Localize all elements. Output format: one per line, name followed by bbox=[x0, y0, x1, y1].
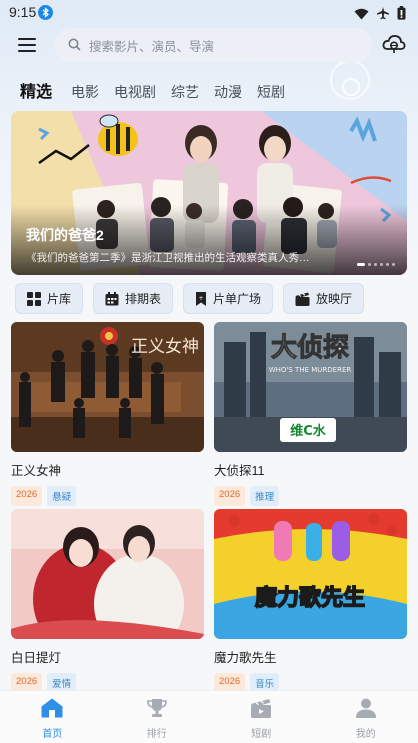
tab-tv-series[interactable]: 电视剧 bbox=[114, 82, 156, 102]
poster-sponsor: 维C水 bbox=[290, 423, 327, 439]
nav-home[interactable]: 首页 bbox=[0, 691, 105, 743]
search-input[interactable]: 搜索影片、演员、导演 bbox=[54, 28, 372, 62]
schedule-button-label: 排期表 bbox=[125, 292, 162, 306]
nav-short-drama[interactable]: 短剧 bbox=[209, 691, 314, 743]
media-card[interactable]: 大侦探 WHO'S THE MURDERER 维C水 大侦探11 2026 推理 bbox=[214, 322, 407, 506]
search-placeholder: 搜索影片、演员、导演 bbox=[89, 39, 215, 54]
library-button-label: 片库 bbox=[47, 292, 72, 306]
media-title: 白日提灯 bbox=[11, 651, 62, 665]
status-time: 9:15 bbox=[9, 4, 37, 20]
tab-featured[interactable]: 精选 bbox=[20, 78, 52, 102]
media-title: 大侦探11 bbox=[214, 464, 265, 478]
status-bar: 9:15 bbox=[0, 0, 418, 26]
tab-anime[interactable]: 动漫 bbox=[214, 82, 242, 102]
screening-hall-button[interactable]: 放映厅 bbox=[283, 283, 365, 314]
banner-dot[interactable] bbox=[368, 263, 371, 266]
media-title: 魔力歌先生 bbox=[214, 651, 277, 665]
year-tag: 2026 bbox=[11, 486, 43, 506]
banner-dot[interactable] bbox=[392, 263, 395, 266]
media-title: 正义女神 bbox=[11, 464, 62, 478]
tab-variety[interactable]: 综艺 bbox=[171, 82, 199, 102]
nav-home-label: 首页 bbox=[42, 729, 63, 740]
nav-profile-label: 我的 bbox=[355, 729, 376, 740]
library-button[interactable]: 片库 bbox=[15, 283, 84, 314]
home-icon bbox=[41, 698, 63, 722]
menu-icon-line bbox=[18, 50, 36, 52]
tab-movies[interactable]: 电影 bbox=[71, 82, 99, 102]
music-show-poster-art: 魔力歌先生 bbox=[214, 509, 407, 639]
menu-button[interactable] bbox=[18, 38, 36, 52]
banner-title: 我们的爸爸2 bbox=[26, 227, 104, 243]
media-card[interactable]: 正义女神 正义女神 2026 悬疑 bbox=[11, 322, 204, 506]
wifi-icon bbox=[354, 5, 369, 24]
banner-dot[interactable] bbox=[386, 263, 389, 266]
romance-poster-art bbox=[11, 509, 204, 639]
nav-profile[interactable]: 我的 bbox=[314, 691, 418, 743]
media-poster: 正义女神 bbox=[11, 322, 204, 452]
detective-poster-art: 大侦探 WHO'S THE MURDERER 维C水 bbox=[214, 322, 407, 452]
banner-dot[interactable] bbox=[374, 263, 377, 266]
banner-dot[interactable] bbox=[380, 263, 383, 266]
user-icon bbox=[355, 698, 377, 722]
airplane-icon bbox=[376, 5, 390, 24]
poster-text: 大侦探 bbox=[271, 333, 349, 363]
banner-pagination[interactable] bbox=[357, 263, 395, 266]
grid-icon bbox=[27, 291, 41, 306]
nav-short-drama-label: 短剧 bbox=[251, 729, 272, 740]
tab-short-drama[interactable]: 短剧 bbox=[257, 82, 285, 102]
media-poster: 魔力歌先生 bbox=[214, 509, 407, 639]
svg-text:+: + bbox=[199, 295, 204, 302]
trophy-icon bbox=[146, 698, 168, 722]
media-card[interactable]: 白日提灯 2026 爱情 bbox=[11, 509, 204, 693]
nav-ranking[interactable]: 排行 bbox=[105, 691, 210, 743]
bluetooth-badge-icon bbox=[38, 5, 53, 20]
clapperboard-icon bbox=[295, 292, 310, 306]
poster-subtitle: WHO'S THE MURDERER bbox=[269, 366, 352, 374]
cloud-sync-button[interactable] bbox=[382, 33, 406, 55]
calendar-icon bbox=[105, 291, 119, 306]
genre-tag: 推理 bbox=[250, 486, 280, 506]
quick-links: 片库 排期表 + 片单广场 放映厅 bbox=[15, 283, 374, 314]
media-poster: 大侦探 WHO'S THE MURDERER 维C水 bbox=[214, 322, 407, 452]
poster-text: 正义女神 bbox=[131, 337, 199, 357]
battery-icon bbox=[397, 5, 406, 24]
banner-dot[interactable] bbox=[357, 263, 365, 266]
schedule-button[interactable]: 排期表 bbox=[93, 283, 174, 314]
courtroom-poster-art: 正义女神 bbox=[11, 322, 204, 452]
bottom-navigation: 首页 排行 短剧 我的 bbox=[0, 690, 418, 743]
genre-tag: 悬疑 bbox=[47, 486, 77, 506]
cloud-icon bbox=[382, 35, 406, 59]
playlist-plaza-button[interactable]: + 片单广场 bbox=[183, 283, 274, 314]
banner-description: 《我们的爸爸第二季》是浙江卫视推出的生活观察类真人秀… bbox=[26, 252, 310, 264]
featured-banner[interactable]: 我们的爸爸2 《我们的爸爸第二季》是浙江卫视推出的生活观察类真人秀… bbox=[11, 111, 407, 275]
menu-icon-line bbox=[18, 44, 36, 46]
clapperboard-icon bbox=[250, 698, 272, 722]
media-card[interactable]: 魔力歌先生 魔力歌先生 2026 音乐 bbox=[214, 509, 407, 693]
bookmark-icon: + bbox=[195, 291, 207, 306]
playlist-plaza-label: 片单广场 bbox=[213, 292, 262, 306]
screening-hall-label: 放映厅 bbox=[316, 292, 353, 306]
search-icon bbox=[68, 36, 81, 55]
year-tag: 2026 bbox=[214, 486, 246, 506]
menu-icon-line bbox=[18, 38, 36, 40]
media-poster bbox=[11, 509, 204, 639]
nav-ranking-label: 排行 bbox=[146, 729, 167, 740]
poster-text: 魔力歌先生 bbox=[255, 585, 365, 611]
background-decoration bbox=[342, 78, 360, 96]
category-tabs: 精选 电影 电视剧 综艺 动漫 短剧 bbox=[20, 78, 300, 102]
